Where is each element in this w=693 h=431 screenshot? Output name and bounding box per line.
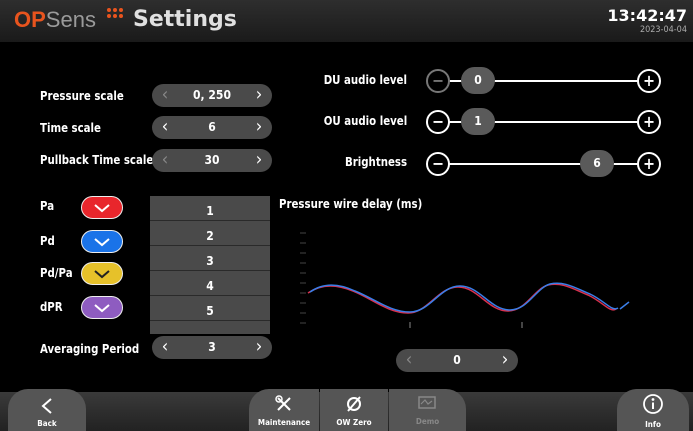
list-item[interactable]: 4 [150, 271, 270, 296]
pullback-time-scale-increment-button[interactable]: › [246, 149, 272, 172]
list-item[interactable]: 1 [150, 196, 270, 221]
pressure-scale-increment-button[interactable]: › [246, 84, 272, 107]
chevron-down-icon [94, 238, 110, 247]
channel-pa-label: Pa [40, 199, 55, 213]
time-scale-decrement-button[interactable]: ‹ [152, 116, 178, 139]
channel-pd-label: Pd [40, 234, 55, 248]
ou-audio-slider-knob[interactable]: 1 [461, 108, 495, 135]
du-audio-label: DU audio level [323, 73, 407, 87]
chevron-down-icon [94, 204, 110, 213]
list-item[interactable]: 2 [150, 221, 270, 246]
time-scale-increment-button[interactable]: › [246, 116, 272, 139]
pressure-scale-stepper: ‹ 0, 250 › [152, 84, 272, 107]
pressure-scale-decrement-button[interactable]: ‹ [152, 84, 178, 107]
page-title: Settings [133, 7, 237, 32]
info-icon [643, 394, 663, 414]
opsens-logo: OPSens [14, 7, 123, 33]
time-scale-stepper: ‹ 6 › [152, 116, 272, 139]
list-item[interactable]: 5 [150, 296, 270, 321]
averaging-period-stepper: ‹ 3 › [152, 336, 272, 359]
back-button[interactable]: Back [8, 389, 86, 431]
info-button[interactable]: Info [617, 389, 689, 431]
channel-pdpa-label: Pd/Pa [40, 266, 73, 280]
averaging-list[interactable]: 1 2 3 4 5 [150, 196, 270, 334]
brightness-label: Brightness [344, 155, 407, 169]
ou-audio-minus-button[interactable]: − [426, 110, 450, 134]
averaging-period-decrement-button[interactable]: ‹ [152, 336, 178, 359]
wire-delay-waveform [300, 232, 630, 328]
brightness-minus-button[interactable]: − [426, 152, 450, 176]
clock-time: 13:42:47 [607, 6, 687, 25]
list-item[interactable]: 3 [150, 246, 270, 271]
wire-delay-increment-button[interactable]: › [492, 349, 518, 372]
ow-zero-button[interactable]: OW Zero [320, 389, 388, 431]
back-label: Back [37, 419, 57, 428]
du-audio-slider-knob[interactable]: 0 [461, 67, 495, 94]
ou-audio-label: OU audio level [323, 114, 407, 128]
time-scale-value: 6 [208, 120, 216, 134]
dpr-color-dropdown[interactable] [81, 296, 123, 319]
header-bar: OPSens Settings 13:42:47 2023-04-04 [0, 0, 693, 42]
maintenance-button[interactable]: Maintenance [249, 389, 319, 431]
time-scale-label: Time scale [40, 121, 101, 135]
wire-delay-stepper: ‹ 0 › [396, 349, 518, 372]
pullback-time-scale-label: Pullback Time scale [40, 153, 154, 167]
clock-date: 2023-04-04 [639, 25, 687, 35]
pullback-time-scale-decrement-button[interactable]: ‹ [152, 149, 178, 172]
averaging-period-value: 3 [208, 340, 216, 354]
pullback-time-scale-value: 30 [204, 153, 220, 167]
ou-audio-plus-button[interactable]: + [637, 110, 661, 134]
ow-zero-label: OW Zero [336, 418, 372, 427]
pa-color-dropdown[interactable] [81, 196, 123, 219]
wire-delay-value: 0 [453, 353, 461, 367]
averaging-period-label: Averaging Period [40, 342, 140, 356]
maintenance-label: Maintenance [257, 418, 311, 427]
pd-color-dropdown[interactable] [81, 230, 123, 253]
chevron-left-icon [41, 398, 52, 414]
wire-delay-label: Pressure wire delay (ms) [279, 197, 423, 211]
pressure-scale-value: 0, 250 [193, 88, 231, 102]
demo-button[interactable]: Demo [389, 389, 466, 431]
du-audio-minus-button[interactable]: − [426, 69, 450, 93]
demo-label: Demo [415, 417, 440, 426]
averaging-period-increment-button[interactable]: › [246, 336, 272, 359]
clock: 13:42:47 2023-04-04 [607, 6, 687, 35]
brightness-slider-knob[interactable]: 6 [580, 150, 614, 177]
pdpa-color-dropdown[interactable] [81, 262, 123, 285]
du-audio-plus-button[interactable]: + [637, 69, 661, 93]
tools-icon [275, 395, 291, 411]
zero-icon [347, 396, 361, 412]
chevron-down-icon [94, 270, 110, 279]
wire-delay-decrement-button[interactable]: ‹ [396, 349, 422, 372]
footer-bar: Back Maintenance OW Zero Demo Info [0, 389, 693, 431]
pressure-scale-label: Pressure scale [40, 89, 124, 103]
chevron-down-icon [94, 304, 110, 313]
info-label: Info [645, 420, 661, 429]
brightness-plus-button[interactable]: + [637, 152, 661, 176]
demo-monitor-icon [417, 396, 436, 409]
pullback-time-scale-stepper: ‹ 30 › [152, 149, 272, 172]
channel-dpr-label: dPR [40, 300, 63, 314]
